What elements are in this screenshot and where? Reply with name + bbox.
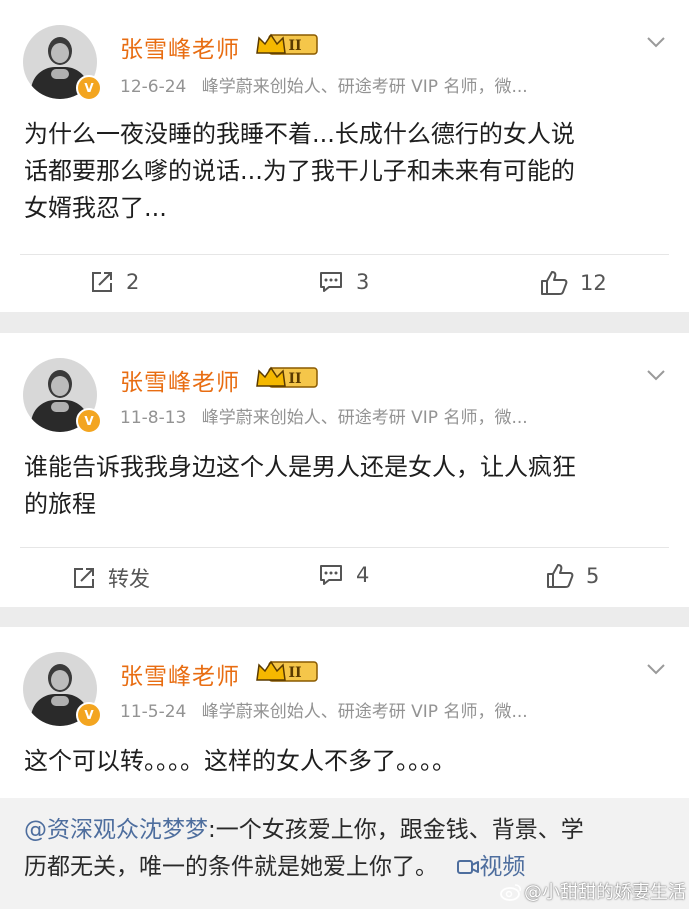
repost-button[interactable]: 转发 (72, 563, 150, 593)
video-icon (457, 860, 480, 874)
watermark-text: @小甜甜的娇妻生活 (524, 882, 686, 903)
chevron-down-icon[interactable] (646, 35, 666, 49)
author-bio: 峰学蔚来创始人、研途考研 VIP 名师，微... (201, 408, 528, 428)
author-bio: 峰学蔚来创始人、研途考研 VIP 名师，微... (201, 702, 528, 722)
author-name[interactable]: 张雪峰老师 (120, 657, 240, 691)
repost-icon (74, 568, 94, 588)
weibo-logo-icon (500, 884, 522, 901)
watermark: @小甜甜的娇妻生活 (500, 878, 686, 904)
comment-icon (320, 272, 342, 292)
post-text-line: 女婿我忍了... (24, 194, 167, 222)
quoted-post-text: @资深观众沈梦梦:一个女孩爱上你，跟金钱、背景、学 历都无关，唯一的条件就是她爱… (24, 812, 664, 886)
post-meta: 12-6-24 峰学蔚来创始人、研途考研 VIP 名师，微... (120, 72, 528, 97)
quoted-text-line: :一个女孩爱上你，跟金钱、背景、学 (208, 817, 584, 843)
repost-label: 转发 (108, 567, 150, 591)
chevron-down-icon[interactable] (646, 662, 666, 676)
post-text-line: 话都要那么嗲的说话...为了我干儿子和未来有可能的 (24, 157, 575, 185)
crown-badge-icon: II (256, 366, 318, 388)
post-date: 12-6-24 (120, 77, 187, 97)
divider (20, 547, 669, 548)
post-meta: 11-5-24 峰学蔚来创始人、研途考研 VIP 名师，微... (120, 697, 528, 722)
post-card: V 张雪峰老师 II 11-8-13 峰学蔚来创始人、研途考研 VIP 名师，微… (0, 333, 689, 607)
comment-icon (320, 565, 342, 585)
like-icon (547, 564, 574, 588)
author-name[interactable]: 张雪峰老师 (120, 30, 240, 64)
chevron-down-icon[interactable] (646, 368, 666, 382)
crown-badge-icon: II (256, 33, 318, 55)
like-count: 5 (586, 564, 600, 588)
like-button[interactable]: 5 (546, 563, 599, 589)
comment-count: 3 (356, 270, 370, 294)
video-label: 视频 (479, 854, 526, 880)
comment-button[interactable]: 3 (318, 270, 369, 294)
post-text-line: 谁能告诉我我身边这个人是男人还是女人，让人疯狂 (24, 453, 576, 481)
post-text: 这个可以转。。。。这样的女人不多了。。。。 (24, 743, 664, 780)
level-badge-text: II (288, 371, 301, 387)
verified-badge: V (76, 75, 102, 101)
like-count: 12 (580, 271, 607, 295)
post-text: 谁能告诉我我身边这个人是男人还是女人，让人疯狂 的旅程 (24, 449, 664, 523)
mention-link[interactable]: @资深观众沈梦梦 (24, 817, 208, 843)
author-bio: 峰学蔚来创始人、研途考研 VIP 名师，微... (201, 77, 528, 97)
level-badge-text: II (288, 38, 301, 54)
like-icon (541, 271, 568, 295)
level-badge-text: II (288, 665, 301, 681)
quoted-text-line: 历都无关，唯一的条件就是她爱上你了。 (24, 854, 438, 880)
post-date: 11-5-24 (120, 702, 187, 722)
post-text: 为什么一夜没睡的我睡不着...长成什么德行的女人说 话都要那么嗲的说话...为了… (24, 116, 664, 227)
like-button[interactable]: 12 (540, 270, 607, 296)
verified-badge: V (76, 408, 102, 434)
author-name[interactable]: 张雪峰老师 (120, 363, 240, 397)
repost-icon (92, 272, 112, 292)
verified-badge: V (76, 702, 102, 728)
divider (20, 254, 669, 255)
post-date: 11-8-13 (120, 408, 187, 428)
post-meta: 11-8-13 峰学蔚来创始人、研途考研 VIP 名师，微... (120, 403, 528, 428)
comment-button[interactable]: 4 (318, 563, 369, 587)
post-card: V 张雪峰老师 II 12-6-24 峰学蔚来创始人、研途考研 VIP 名师，微… (0, 0, 689, 312)
post-text-line: 这个可以转。。。。这样的女人不多了。。。。 (24, 747, 456, 775)
repost-count: 2 (126, 270, 140, 294)
video-link[interactable]: 视频 (457, 854, 525, 880)
repost-button[interactable]: 2 (90, 270, 139, 294)
crown-badge-icon: II (256, 660, 318, 682)
post-text-line: 为什么一夜没睡的我睡不着...长成什么德行的女人说 (24, 120, 575, 148)
post-text-line: 的旅程 (24, 490, 96, 518)
comment-count: 4 (356, 563, 370, 587)
